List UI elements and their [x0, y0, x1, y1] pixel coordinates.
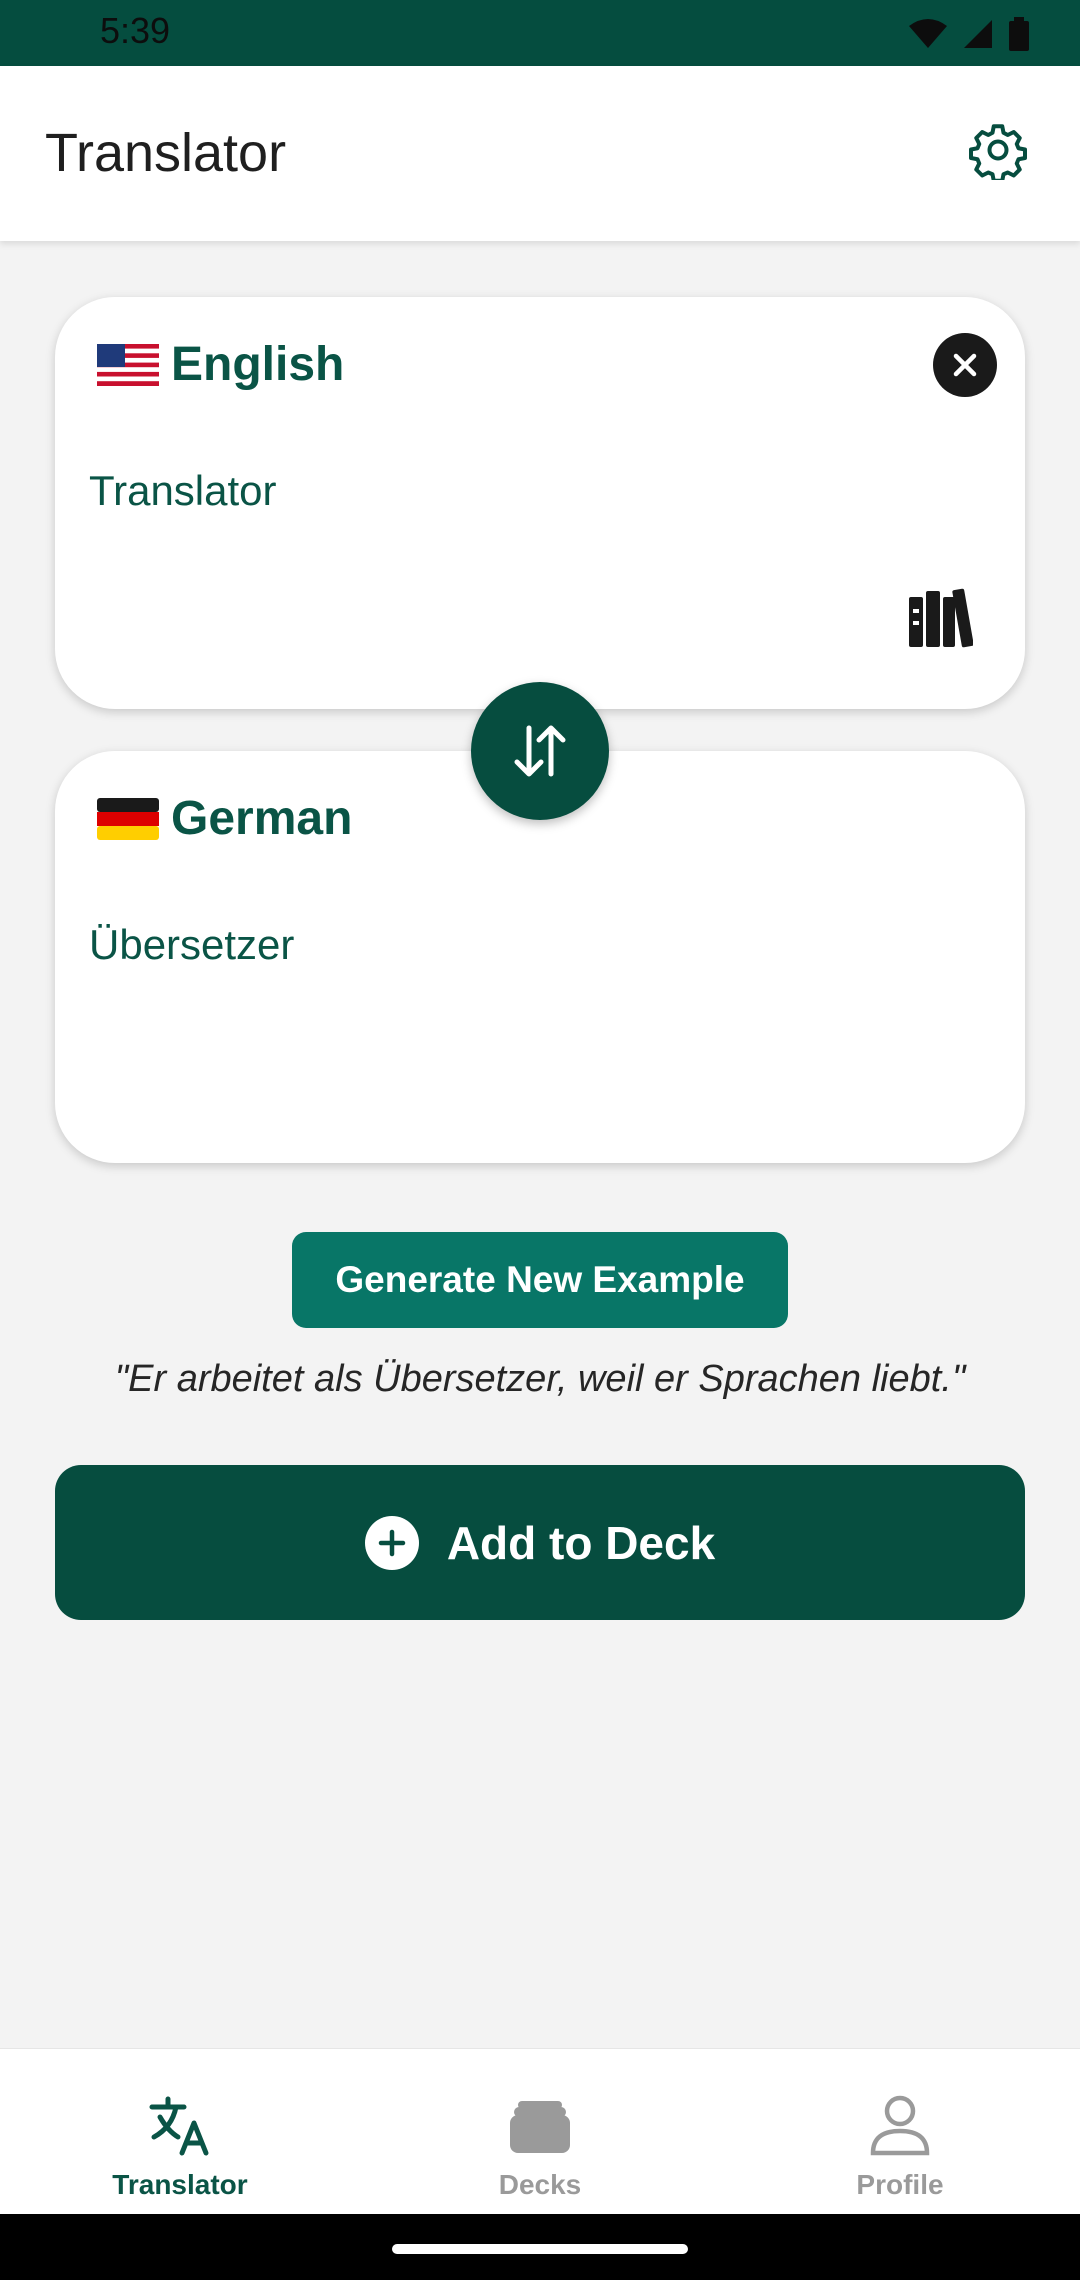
clear-button[interactable] [933, 333, 997, 397]
source-card: English Translator [55, 297, 1025, 709]
translate-icon [149, 2096, 209, 2156]
nav-label-decks: Decks [498, 2169, 582, 2200]
nav-item-profile[interactable]: Profile [720, 2049, 1080, 2215]
status-icons [908, 14, 1030, 54]
settings-button[interactable] [966, 118, 1030, 182]
source-text-input[interactable]: Translator [89, 467, 277, 515]
bottom-navigation: Translator Decks Profile [0, 2048, 1080, 2215]
person-icon [870, 2095, 930, 2156]
decks-icon [510, 2101, 570, 2153]
source-language-selector[interactable]: English [97, 337, 344, 392]
add-to-deck-button[interactable]: Add to Deck [55, 1465, 1025, 1620]
add-to-deck-label: Add to Deck [446, 1516, 716, 1569]
wifi-icon [909, 19, 947, 48]
app-bar: Translator [0, 66, 1080, 241]
battery-icon [1009, 17, 1029, 51]
swap-arrows-icon [514, 725, 566, 777]
status-time: 5:39 [100, 10, 171, 51]
home-gesture-handle[interactable] [392, 2244, 688, 2254]
source-language-label: English [171, 338, 345, 391]
gear-icon [969, 124, 1027, 180]
nav-item-translator[interactable]: Translator [0, 2049, 360, 2215]
generate-example-button[interactable]: Generate New Example [292, 1232, 788, 1328]
example-sentence: "Er arbeitet als Übersetzer, weil er Spr… [114, 1358, 966, 1400]
close-icon [953, 353, 977, 377]
library-button[interactable] [907, 587, 974, 649]
nav-item-decks[interactable]: Decks [360, 2049, 720, 2215]
us-flag-icon [97, 343, 159, 386]
signal-icon [964, 20, 992, 48]
nav-label-translator: Translator [112, 2169, 248, 2200]
status-bar: 5:39 [0, 0, 1080, 66]
gesture-bar [0, 2214, 1080, 2280]
library-icon [909, 588, 974, 648]
page-title: Translator [45, 123, 287, 183]
target-language-label: German [171, 792, 353, 845]
nav-label-profile: Profile [856, 2169, 944, 2200]
swap-languages-button[interactable] [471, 682, 609, 820]
target-text-output: Übersetzer [89, 921, 295, 968]
plus-circle-icon [364, 1515, 419, 1570]
target-language-selector[interactable]: German [97, 791, 352, 846]
de-flag-icon [97, 797, 159, 840]
